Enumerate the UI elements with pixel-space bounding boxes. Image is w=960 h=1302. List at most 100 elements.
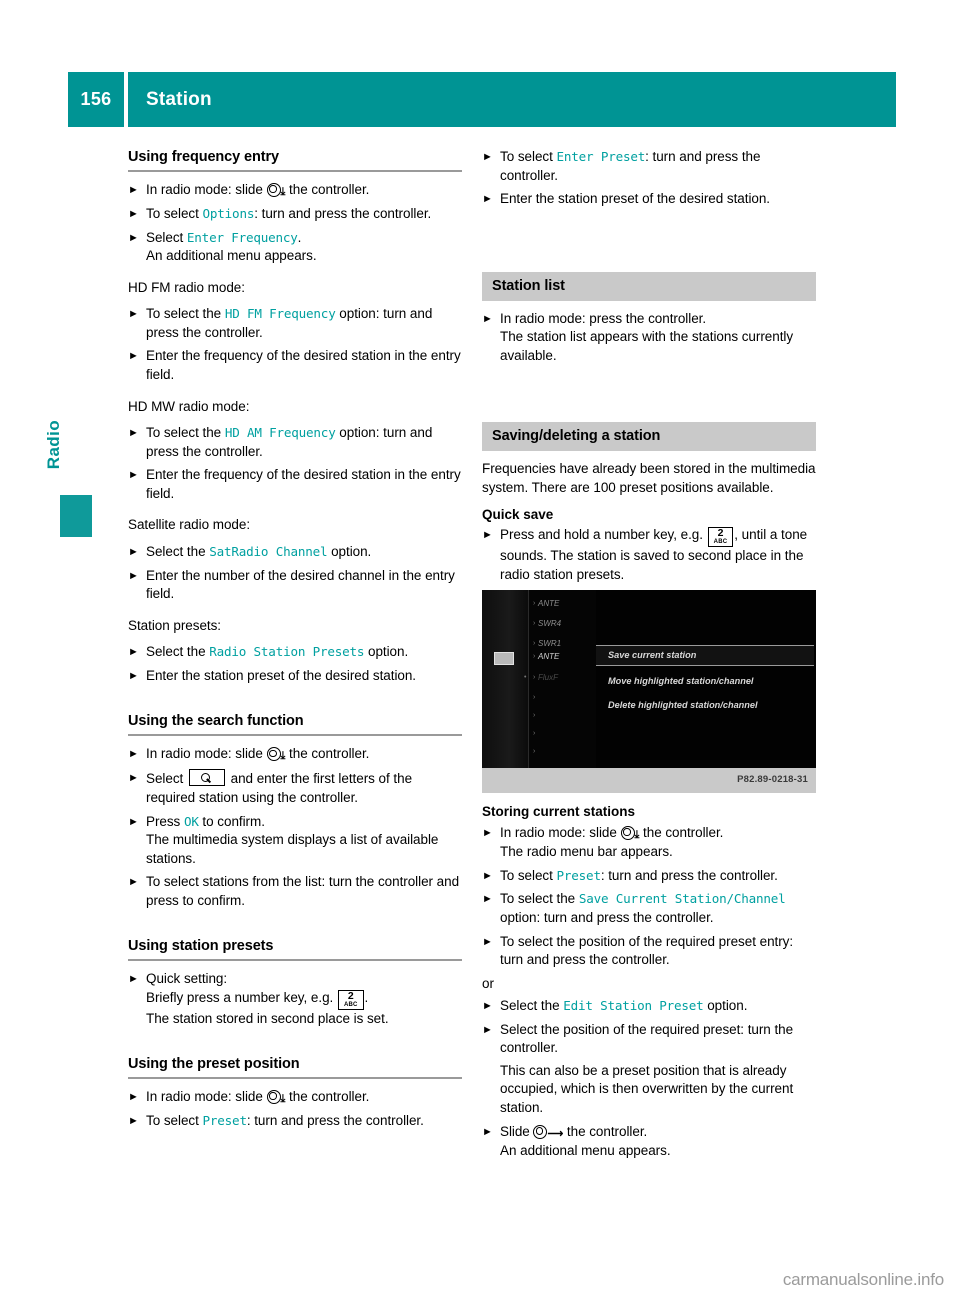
subheading-quick-save: Quick save xyxy=(482,506,554,522)
figure-list-marker: › xyxy=(533,620,536,628)
arrow-bullet-icon: ► xyxy=(128,815,139,828)
item-text-pre: Select the xyxy=(500,998,564,1014)
figure-screenshot: › ANTE › SWR4 › SWR1 › ANTE • › FluxF › … xyxy=(482,590,816,769)
item-text-pre: To select the xyxy=(146,425,225,441)
list-item: ► Enter the number of the desired channe… xyxy=(128,567,462,604)
controller-slide-right-icon: ⟶ xyxy=(533,1124,563,1143)
item-text-post: : turn and press the controller. xyxy=(600,867,778,883)
arrow-bullet-icon: ► xyxy=(128,545,139,558)
figure-list-marker: › xyxy=(533,653,536,661)
item-text-pre: Enter the station preset of the desired … xyxy=(146,667,417,683)
arrow-bullet-icon: ► xyxy=(482,1000,493,1013)
arrow-bullet-icon: ► xyxy=(128,1090,139,1103)
section-heading-saving-deleting: Saving/deleting a station xyxy=(482,422,816,452)
item-text-post: : turn and press the controller. xyxy=(254,206,432,222)
figure-list-marker: › xyxy=(533,600,536,608)
paragraph-saving-intro: Frequencies have already been stored in … xyxy=(482,461,816,495)
list-item: ► Press and hold a number key, e.g. 2 ABC… xyxy=(482,526,816,584)
arrow-bullet-icon: ► xyxy=(128,208,139,221)
arrow-bullet-icon: ► xyxy=(128,747,139,760)
continuation-post: . xyxy=(364,989,369,1005)
page-header: 156 Station xyxy=(68,72,896,127)
item-text-pre: To select stations from the list: turn t… xyxy=(146,874,460,908)
left-column: Using frequency entry ► In radio mode: s… xyxy=(128,148,462,1136)
figure-list-marker: › xyxy=(533,694,536,702)
arrow-bullet-icon: ► xyxy=(482,529,493,542)
arrow-bullet-icon: ► xyxy=(128,427,139,440)
list-item: ► To select the HD FM Frequency option: … xyxy=(128,305,462,342)
arrow-bullet-icon: ► xyxy=(128,350,139,363)
figure-menu-item: Delete highlighted station/channel xyxy=(608,700,758,711)
arrow-bullet-icon: ► xyxy=(482,1023,493,1036)
item-continuation: The radio menu bar appears. xyxy=(500,844,673,860)
list-item: ► In radio mode: slide ⤓ the controller. xyxy=(128,1088,462,1108)
figure-menu-item: Move highlighted station/channel xyxy=(608,676,754,687)
ui-option-label: Preset xyxy=(556,867,601,883)
list-item: ► To select the HD AM Frequency option: … xyxy=(128,424,462,461)
item-text-pre: To select the xyxy=(500,891,579,907)
item-text-pre: Press xyxy=(146,813,184,829)
item-text-pre: Select the xyxy=(146,644,210,660)
item-continuation: An additional menu appears. xyxy=(500,1143,671,1159)
ui-option-label: HD FM Frequency xyxy=(224,306,336,322)
subheading-storing-current-stations: Storing current stations xyxy=(482,804,636,820)
arrow-bullet-icon: ► xyxy=(482,151,493,163)
figure-list-marker: › xyxy=(533,674,536,682)
page-title: Station xyxy=(128,72,896,127)
figure-left-rail xyxy=(482,590,529,769)
figure-station-entry: ANTE xyxy=(538,599,560,609)
item-text-pre: Quick setting: xyxy=(146,970,228,986)
heading-rule xyxy=(128,958,462,961)
or-label: or xyxy=(482,975,494,991)
section-heading-station-list: Station list xyxy=(482,271,816,301)
arrow-bullet-icon: ► xyxy=(128,772,139,785)
key-letters: ABC xyxy=(343,1001,358,1008)
item-text-pre: In radio mode: press the controller. xyxy=(500,310,707,326)
key-number: 2 xyxy=(717,527,724,540)
ui-option-label: Enter Frequency xyxy=(186,229,298,245)
figure-source-badge-icon xyxy=(494,652,514,666)
number-key-2-icon: 2 ABC xyxy=(707,527,734,548)
figure-context-menu: Save current station Move highlighted st… xyxy=(596,590,816,769)
ui-option-label: OK xyxy=(183,813,199,829)
list-item: ► Select the Edit Station Preset option. xyxy=(482,997,816,1016)
figure-list-marker: › xyxy=(533,712,536,720)
list-item: ► Select the Radio Station Presets optio… xyxy=(128,643,462,662)
list-item: ► To select stations from the list: turn… xyxy=(128,873,462,910)
item-text-pre: To select xyxy=(500,867,557,883)
arrow-bullet-icon: ► xyxy=(128,469,139,482)
list-item: ► In radio mode: press the controller. T… xyxy=(482,310,816,366)
paragraph-hd-fm-mode: HD FM radio mode: xyxy=(128,279,245,295)
arrow-bullet-icon: ► xyxy=(482,193,493,206)
item-text-post: to confirm. xyxy=(198,813,265,829)
figure-caption-bar: P82.89-0218-31 xyxy=(482,768,816,794)
list-item: ► To select the Save Current Station/Cha… xyxy=(482,890,816,927)
list-item: ► To select Enter Preset: turn and press… xyxy=(482,148,816,185)
controller-slide-down-icon: ⤓ xyxy=(620,825,639,844)
figure-station-entry: SWR4 xyxy=(538,619,562,629)
arrow-bullet-icon: ► xyxy=(128,308,139,321)
item-text-pre: Enter the number of the desired channel … xyxy=(146,567,455,602)
ui-option-label: Enter Preset xyxy=(556,149,646,164)
site-watermark: carmanualsonline.info xyxy=(782,1270,944,1289)
item-text-pre: Press and hold a number key, e.g. xyxy=(500,527,707,543)
item-text-pre: In radio mode: slide xyxy=(500,824,621,840)
controller-slide-down-icon: ⤓ xyxy=(266,1089,285,1108)
item-text-post: option. xyxy=(327,543,372,559)
arrow-bullet-icon: ► xyxy=(128,876,139,889)
list-item: ► Slide ⟶ the controller. An additional … xyxy=(482,1123,816,1161)
arrow-bullet-icon: ► xyxy=(128,669,139,682)
item-text-post: the controller. xyxy=(285,181,370,197)
item-continuation: The station list appears with the statio… xyxy=(500,329,794,363)
item-continuation: The multimedia system displays a list of… xyxy=(146,832,439,866)
list-item: ► Enter the station preset of the desire… xyxy=(128,667,462,686)
continuation-pre: Briefly press a number key, e.g. xyxy=(146,989,337,1005)
figure-menu-item: Save current station xyxy=(608,650,697,661)
number-key-2-icon: 2 ABC xyxy=(337,989,364,1010)
arrow-bullet-icon: ► xyxy=(128,183,139,196)
paragraph-station-presets: Station presets: xyxy=(128,617,222,633)
heading-rule xyxy=(128,169,462,172)
item-text-pre: Select xyxy=(146,771,187,787)
list-item: ► In radio mode: slide ⤓ the controller. xyxy=(128,745,462,765)
item-text-pre: To select the position of the required p… xyxy=(500,933,794,968)
